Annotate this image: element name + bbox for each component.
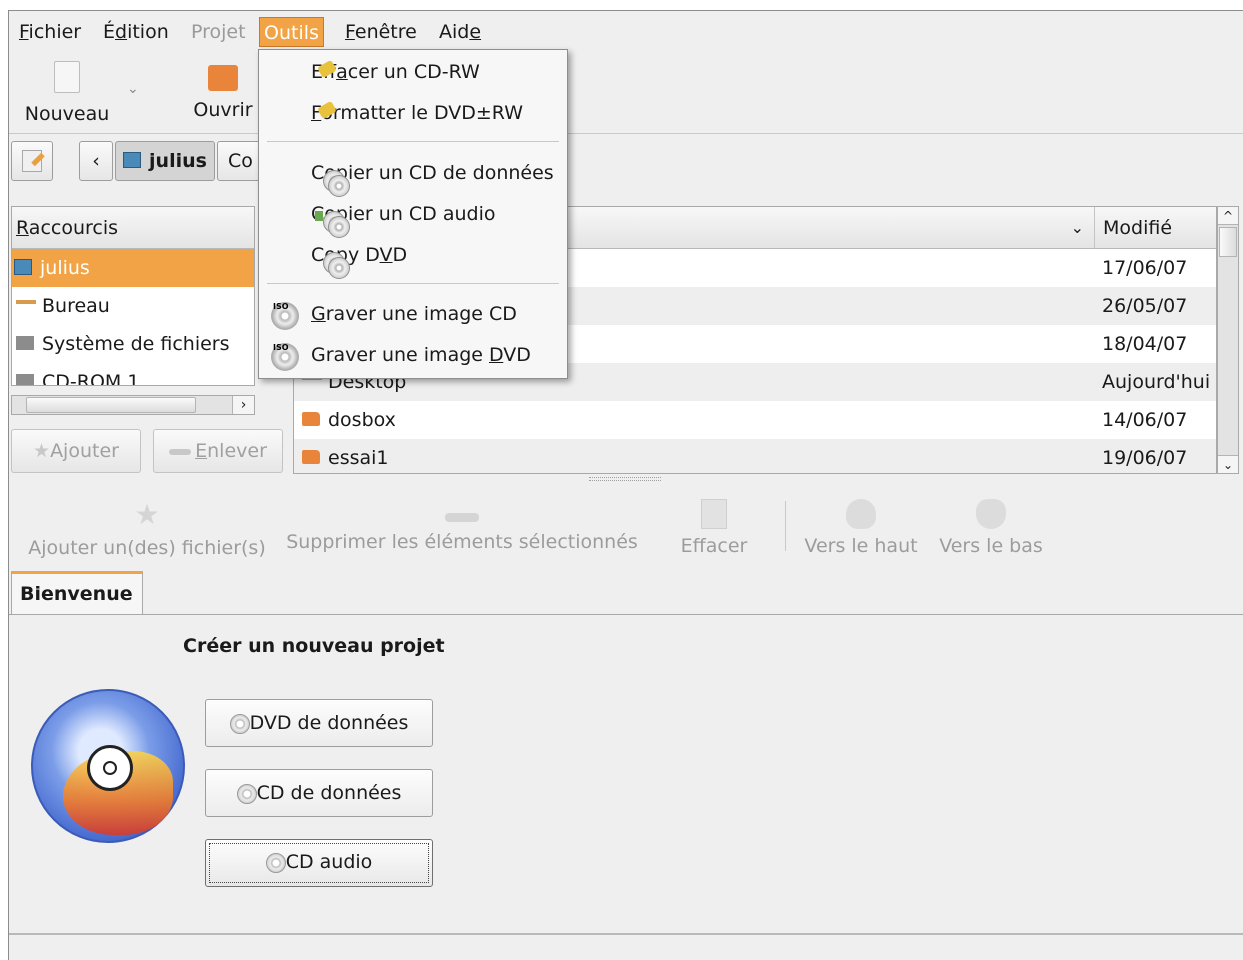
tools-menu: Effacer un CD-RW Formatter le DVD±RW Cop… [258, 49, 568, 379]
menu-separator [267, 283, 559, 284]
main-window: Fichier Édition Projet Outils Fenêtre Ai… [8, 10, 1243, 960]
cd-audio-icon [265, 852, 286, 873]
menu-outils[interactable]: Outils [259, 17, 324, 47]
move-up-button[interactable]: Vers le haut [799, 499, 923, 557]
remove-selected-button[interactable]: Supprimer les éléments sélectionnés [277, 499, 647, 553]
file-list-vscrollbar[interactable]: ^ ⌄ [1217, 206, 1239, 474]
menu-separator [267, 141, 559, 142]
iso-icon: ISO [271, 302, 299, 330]
chevron-down-icon: ⌄ [1070, 218, 1084, 237]
cd-stack-icon [236, 783, 257, 804]
iso-icon: ISO [271, 343, 299, 371]
menu-item-copy-data-cd[interactable]: Copier un CD de données [259, 153, 567, 197]
menu-item-copy-audio-cd[interactable]: Copier un CD audio [259, 194, 567, 238]
table-row[interactable]: dosbox 14/06/07 [294, 401, 1216, 439]
page-title: Créer un nouveau projet [183, 635, 445, 657]
star-add-icon: ★ [33, 440, 51, 462]
statusbar [9, 935, 1243, 960]
modified-column-header[interactable]: Modifié [1094, 207, 1216, 249]
menu-item-copy-dvd[interactable]: Copy DVD [259, 235, 567, 279]
welcome-page: Créer un nouveau projet DVD de données C… [9, 614, 1243, 934]
cd-stack-icon [229, 713, 250, 734]
menu-fichier[interactable]: Fichier [15, 17, 85, 47]
new-button[interactable]: Nouveau [17, 61, 117, 125]
shortcuts-hscrollbar[interactable]: › [11, 395, 255, 415]
arrow-down-icon [976, 499, 1006, 529]
back-crumb-button[interactable]: ‹ [79, 141, 113, 181]
shortcut-item-filesystem[interactable]: Système de fichiers [12, 325, 254, 363]
chevron-up-icon[interactable]: ^ [1218, 207, 1238, 225]
menu-item-burn-dvd-image[interactable]: ISO Graver une image DVD [259, 335, 567, 375]
shortcut-item-bureau[interactable]: Bureau [12, 287, 254, 325]
crumb-home-button[interactable]: julius [115, 141, 215, 181]
menu-item-burn-cd-image[interactable]: ISO Graver une image CD [259, 294, 567, 334]
shortcut-item-julius[interactable]: julius [12, 249, 254, 287]
menu-projet[interactable]: Projet [187, 17, 250, 47]
scrollbar-thumb[interactable] [1219, 227, 1237, 257]
harddisk-icon [16, 335, 34, 350]
folder-open-icon [208, 65, 238, 91]
desktop-icon [16, 299, 36, 310]
star-add-icon: ★ [134, 498, 160, 531]
home-folder-icon [14, 258, 32, 275]
scrollbar-thumb[interactable] [26, 397, 196, 413]
chevron-right-icon[interactable]: › [232, 396, 254, 414]
shortcuts-panel: Raccourcis julius Bureau Système de fich… [11, 206, 255, 386]
pane-splitter-handle[interactable] [589, 477, 661, 481]
new-audio-cd-button[interactable]: CD audio [205, 839, 433, 887]
menu-item-format-dvdrw[interactable]: Formatter le DVD±RW [259, 93, 567, 133]
brasero-logo [31, 689, 185, 843]
edit-location-button[interactable] [11, 141, 53, 181]
folder-icon [302, 449, 320, 464]
add-files-button[interactable]: ★ Ajouter un(des) fichier(s) [17, 498, 277, 560]
home-folder-icon [123, 151, 142, 168]
move-down-button[interactable]: Vers le bas [933, 499, 1049, 557]
minus-icon [445, 513, 479, 522]
menubar: Fichier Édition Projet Outils Fenêtre Ai… [9, 11, 1243, 51]
menu-item-erase-cdrw[interactable]: Effacer un CD-RW [259, 52, 567, 92]
pencil-icon [22, 150, 45, 172]
chevron-left-icon: ‹ [92, 150, 100, 172]
menu-aide[interactable]: Aide [435, 17, 485, 47]
tab-bienvenue[interactable]: Bienvenue [11, 571, 143, 615]
remove-shortcut-button[interactable]: Enlever [153, 429, 283, 473]
clear-button[interactable]: Effacer [669, 499, 759, 557]
trash-icon [701, 499, 727, 529]
new-dropdown-icon[interactable]: ⌄ [127, 81, 139, 97]
toolbar-separator [9, 133, 1243, 134]
folder-icon [302, 411, 320, 426]
chevron-down-icon[interactable]: ⌄ [1218, 455, 1238, 473]
minus-icon [169, 448, 192, 455]
shortcut-item-cdrom[interactable]: CD-ROM 1 [12, 363, 254, 385]
menu-fenetre[interactable]: Fenêtre [341, 17, 421, 47]
arrow-up-icon [846, 499, 876, 529]
new-document-icon [54, 61, 80, 93]
shortcuts-header[interactable]: Raccourcis [12, 207, 254, 249]
menu-edition[interactable]: Édition [99, 17, 173, 47]
new-data-dvd-button[interactable]: DVD de données [205, 699, 433, 747]
open-button[interactable]: Ouvrir [183, 61, 263, 121]
cdrom-drive-icon [16, 373, 34, 385]
new-data-cd-button[interactable]: CD de données [205, 769, 433, 817]
add-shortcut-button[interactable]: ★Ajouter [11, 429, 141, 473]
table-row[interactable]: essai1 19/06/07 [294, 439, 1216, 473]
toolbar-separator [785, 501, 786, 551]
